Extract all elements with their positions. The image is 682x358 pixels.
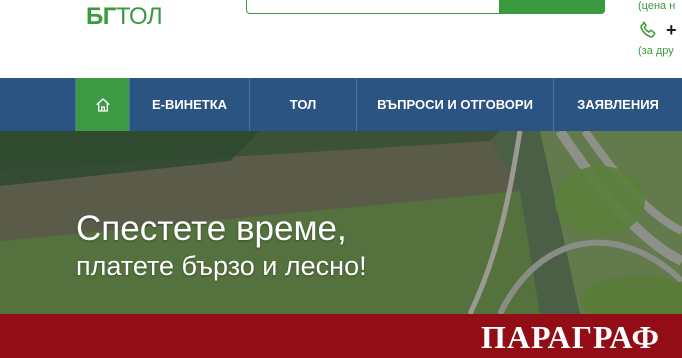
nav-item-toll[interactable]: ТОЛ [250, 78, 357, 131]
nav-home-button[interactable] [76, 78, 130, 131]
phone-icon [640, 21, 656, 38]
main-nav: Е-ВИНЕТКА ТОЛ ВЪПРОСИ И ОТГОВОРИ ЗАЯВЛЕН… [0, 78, 682, 131]
publisher-banner: ПАРАГРАФ [0, 314, 682, 358]
site-header: БГ ТОЛ (цена н + (за дру [0, 0, 682, 78]
nav-item-faq[interactable]: ВЪПРОСИ И ОТГОВОРИ [357, 78, 554, 131]
search-button[interactable] [499, 0, 605, 14]
hero-headline: Спестете време, [76, 209, 347, 248]
logo-part-bg: БГ [86, 3, 116, 30]
price-hint: (цена н [638, 0, 676, 12]
home-icon [95, 97, 110, 112]
hero-subheadline: платете бързо и лесно! [76, 251, 367, 281]
other-hint: (за дру [638, 45, 674, 57]
hero-banner: Спестете време, платете бързо и лесно! [0, 131, 682, 314]
nav-spacer [0, 78, 76, 131]
publisher-logo-text: ПАРАГРАФ [481, 319, 660, 355]
logo-part-tol: ТОЛ [115, 3, 163, 30]
phone-contact[interactable]: + [638, 20, 677, 40]
search-input[interactable] [246, 0, 502, 14]
logo[interactable]: БГ ТОЛ [86, 3, 163, 30]
phone-number: + [666, 20, 677, 40]
nav-item-e-vignette[interactable]: Е-ВИНЕТКА [130, 78, 250, 131]
nav-item-applications[interactable]: ЗАЯВЛЕНИЯ [554, 78, 682, 131]
